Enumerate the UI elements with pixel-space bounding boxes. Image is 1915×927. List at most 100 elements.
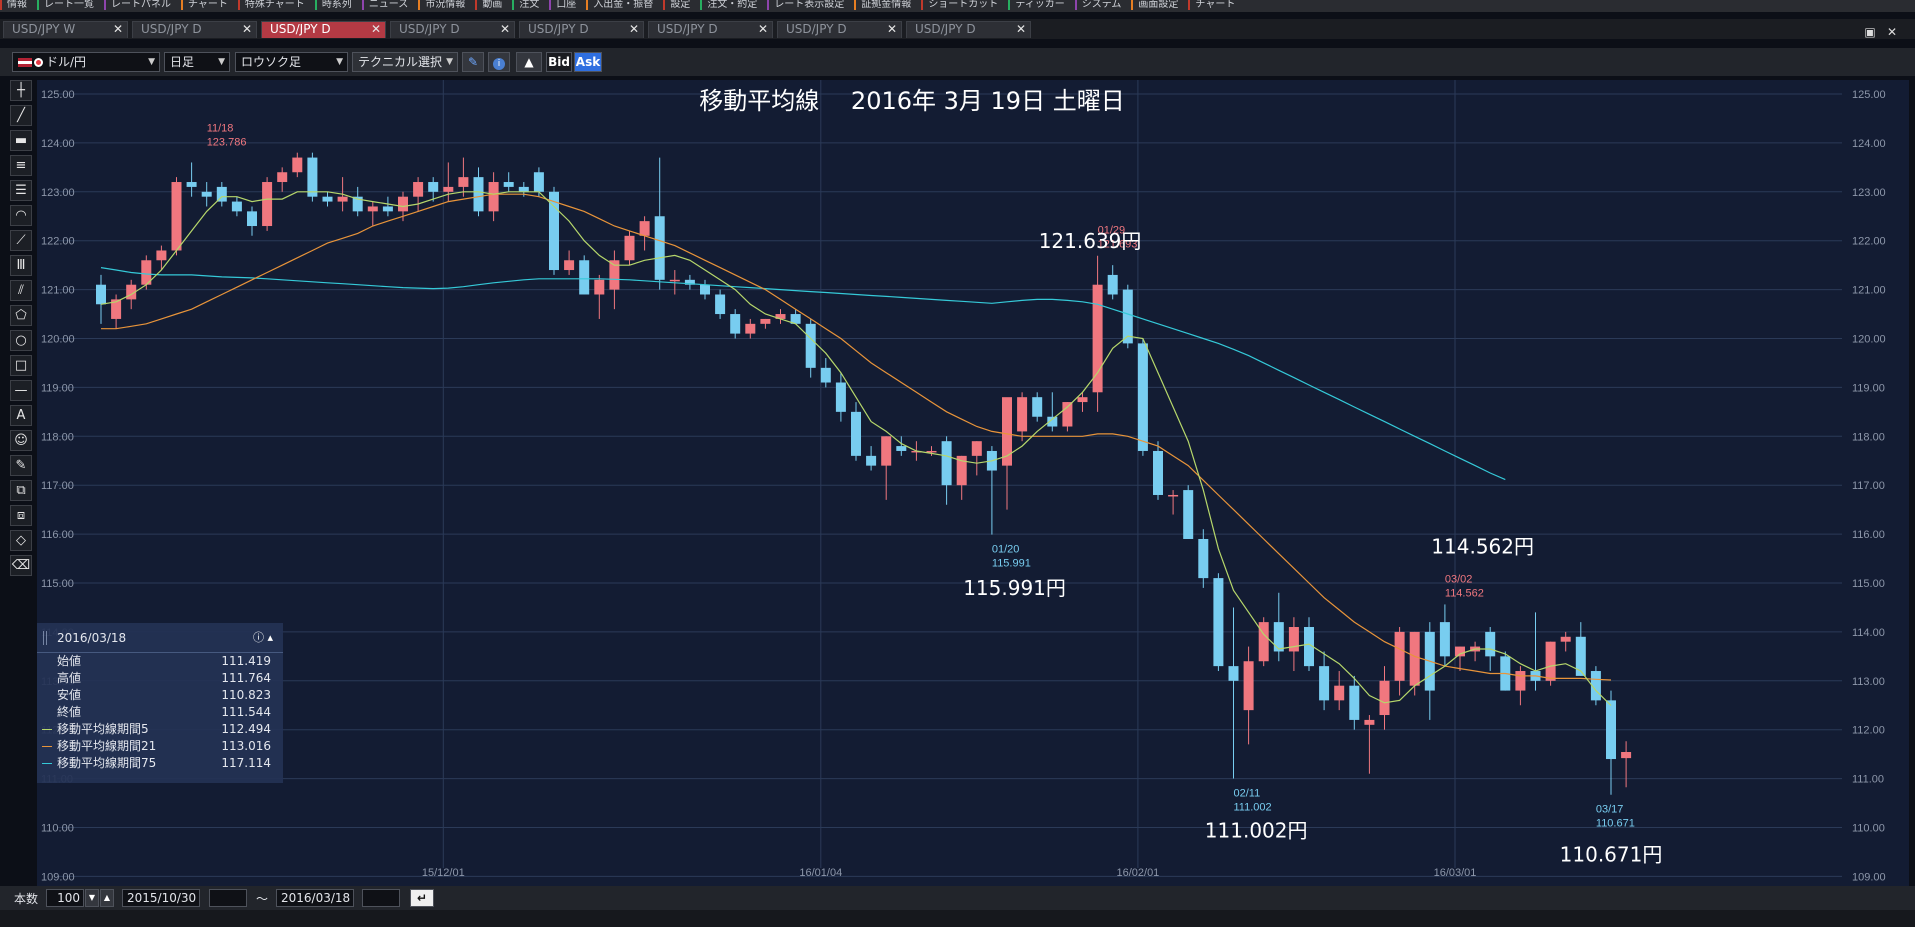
menu-item[interactable]: ティッカー (1008, 0, 1070, 10)
menu-item[interactable]: 証拠金情報 (854, 0, 917, 10)
candle[interactable] (1137, 338, 1148, 456)
close-tab-icon[interactable]: ✕ (629, 22, 639, 37)
count-input[interactable]: 100 (46, 889, 84, 907)
horizontal-lines-icon[interactable]: ≡ (10, 155, 32, 176)
close-tab-icon[interactable]: ✕ (758, 22, 768, 37)
menu-item[interactable]: 特殊チャート (237, 0, 311, 10)
tab-chart-2[interactable]: USD/JPY D ✕ (132, 21, 257, 38)
tab-chart-5[interactable]: USD/JPY D ✕ (519, 21, 644, 38)
menu-item[interactable]: 情報 (0, 0, 33, 10)
fan-icon[interactable]: ⟋ (10, 230, 32, 251)
technical-select[interactable]: テクニカル選択 ▼ (352, 52, 458, 72)
arc-icon[interactable]: ◠ (10, 205, 32, 226)
pentagon-icon[interactable]: ⬠ (10, 305, 32, 326)
circle-icon[interactable]: ○ (10, 330, 32, 351)
tab-chart-4[interactable]: USD/JPY D ✕ (390, 21, 515, 38)
currency-pair-select[interactable]: ドル/円 ▼ (12, 52, 160, 72)
tab-chart-8[interactable]: USD/JPY D ✕ (906, 21, 1031, 38)
candle-body (1455, 646, 1465, 657)
menu-item[interactable]: 注文 (512, 0, 545, 10)
info-button[interactable]: i (488, 52, 510, 72)
to-time-input[interactable] (362, 889, 400, 907)
rectangle-icon[interactable]: □ (10, 355, 32, 376)
candle[interactable] (262, 177, 273, 231)
candle[interactable] (1500, 651, 1511, 691)
trend-channel-icon[interactable]: ⫽ (10, 280, 32, 301)
chevron-down-icon: ▼ (336, 57, 343, 67)
menu-item[interactable]: チャート (1188, 0, 1241, 10)
close-tab-icon[interactable]: ✕ (1016, 22, 1026, 37)
drag-handle-icon[interactable] (43, 631, 47, 645)
copy-icon[interactable]: ⧉ (10, 480, 32, 501)
tab-chart-3[interactable]: USD/JPY D ✕ (261, 21, 386, 38)
x-tick: 16/02/01 (1116, 867, 1159, 879)
bid-button[interactable]: Bid (546, 52, 572, 72)
ruler-icon[interactable]: ▬ (10, 130, 32, 151)
chart-type-select[interactable]: ロウソク足 ▼ (235, 52, 348, 72)
restore-window-icon[interactable]: ▣ (1859, 25, 1881, 40)
menu-item[interactable]: レートパネル (104, 0, 177, 10)
crosshair-icon[interactable]: ┼ (10, 80, 32, 101)
grid-lines-icon[interactable]: Ⅲ (10, 255, 32, 276)
count-down-icon[interactable]: ▼ (85, 889, 99, 907)
menu-item[interactable]: 画面設定 (1131, 0, 1184, 10)
info-collapse-icon[interactable]: ⓘ ▴ (253, 623, 273, 653)
menu-item[interactable]: 設定 (663, 0, 696, 10)
parallel-lines-icon[interactable]: ☰ (10, 180, 32, 201)
close-tab-icon[interactable]: ✕ (371, 22, 381, 37)
horizontal-line-icon[interactable]: — (10, 380, 32, 401)
tab-chart-1[interactable]: USD/JPY W ✕ (3, 21, 128, 38)
candle[interactable] (1258, 617, 1269, 667)
candle[interactable] (307, 152, 318, 202)
eraser-icon[interactable]: ◇ (10, 530, 32, 551)
candle-body (745, 323, 756, 334)
candle[interactable] (624, 230, 635, 266)
tab-chart-7[interactable]: USD/JPY D ✕ (777, 21, 902, 38)
return-icon[interactable]: ↵ (410, 889, 434, 907)
menu-item[interactable]: 市況情報 (418, 0, 471, 10)
close-window-icon[interactable]: ✕ (1881, 25, 1903, 40)
candle[interactable] (1183, 485, 1194, 539)
to-date-input[interactable]: 2016/03/18 (276, 889, 354, 907)
menu-item[interactable]: 注文・約定 (700, 0, 763, 10)
layer-icon[interactable]: ⧈ (10, 505, 32, 526)
menu-item[interactable]: レート一覧 (37, 0, 100, 10)
paint-icon[interactable]: ✎ (10, 455, 32, 476)
close-tab-icon[interactable]: ✕ (113, 22, 123, 37)
candle-body (488, 182, 499, 212)
close-tab-icon[interactable]: ✕ (242, 22, 252, 37)
menu-item[interactable]: 口座 (549, 0, 582, 10)
annotation-date: 03/02 (1445, 573, 1473, 585)
menu-item[interactable]: 入出金・振替 (586, 0, 659, 10)
line-icon[interactable]: ╱ (10, 105, 32, 126)
clear-icon[interactable]: ⌫ (10, 555, 32, 576)
pencil-button[interactable]: ✎ (462, 52, 484, 72)
candle[interactable] (1213, 573, 1224, 672)
series-swatch (42, 729, 52, 730)
mountain-chart-button[interactable]: ▲ (516, 52, 542, 72)
candle[interactable] (1545, 641, 1556, 686)
count-up-icon[interactable]: ▲ (100, 889, 114, 907)
ohlc-info-panel[interactable]: 2016/03/18 ⓘ ▴ 始値 111.419 高値 111.764 安値 110.8… (37, 623, 283, 783)
menu-item[interactable]: レート表示設定 (767, 0, 850, 10)
period-select[interactable]: 日足 ▼ (164, 52, 230, 72)
candle[interactable] (171, 177, 182, 256)
menu-item[interactable]: ショートカット (921, 0, 1004, 10)
text-icon[interactable]: A (10, 405, 32, 426)
emoji-icon[interactable]: ☺ (10, 430, 32, 451)
candle[interactable] (579, 255, 590, 295)
from-date-input[interactable]: 2015/10/30 (122, 889, 200, 907)
menu-item[interactable]: システム (1074, 0, 1128, 10)
menu-item[interactable]: チャート (181, 0, 234, 10)
y-tick-right: 111.00 (1852, 774, 1884, 786)
close-tab-icon[interactable]: ✕ (500, 22, 510, 37)
close-tab-icon[interactable]: ✕ (887, 22, 897, 37)
ask-button[interactable]: Ask (574, 52, 602, 72)
menu-item[interactable]: 動画 (475, 0, 508, 10)
info-panel-header[interactable]: 2016/03/18 ⓘ ▴ (37, 623, 283, 653)
menu-item[interactable]: ニュース (361, 0, 415, 10)
menu-item[interactable]: 時系列 (314, 0, 358, 10)
candlestick-chart[interactable]: 125.00 125.00 124.00 124.00 123.00 123.00 122.… (37, 80, 1909, 886)
from-time-input[interactable] (209, 889, 247, 907)
tab-chart-6[interactable]: USD/JPY D ✕ (648, 21, 773, 38)
